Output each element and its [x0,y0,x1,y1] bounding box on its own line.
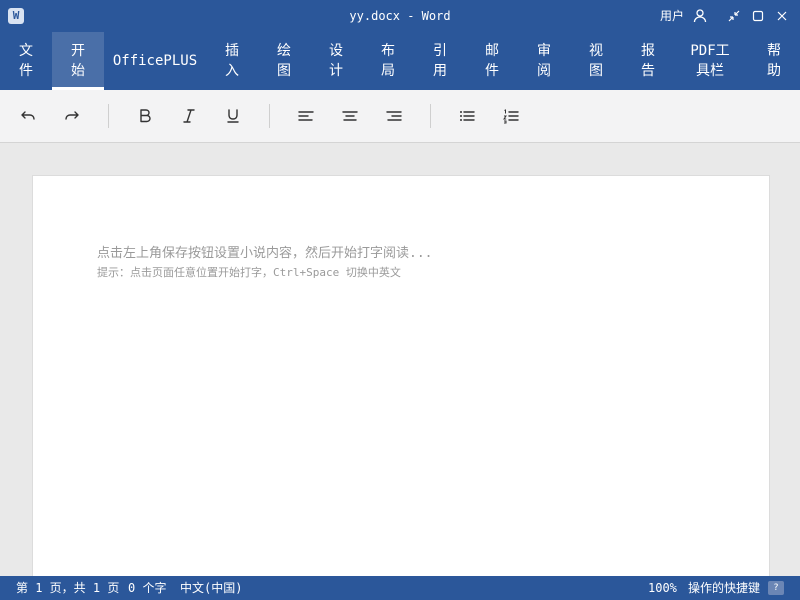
tab-pdf-toolbar[interactable]: PDF工 具栏 [674,32,746,90]
tab-design[interactable]: 设 计 [310,32,362,90]
help-badge[interactable]: ? [768,581,784,595]
maximize-icon[interactable] [750,8,766,24]
tab-insert[interactable]: 插 入 [206,32,258,90]
toolbar-separator [269,104,270,128]
zoom-level[interactable]: 100% [648,576,677,600]
toolbar-separator [108,104,109,128]
tab-draw[interactable]: 绘 图 [258,32,310,90]
bold-icon[interactable] [133,104,157,128]
tab-report[interactable]: 报 告 [622,32,674,90]
tab-help[interactable]: 帮 助 [748,32,800,90]
align-center-icon[interactable] [338,104,362,128]
title-bar: W yy.docx - Word 用户 [0,0,800,32]
page-count[interactable]: 第 1 页，共 1 页 [16,576,119,600]
tab-references[interactable]: 引 用 [414,32,466,90]
restore-down-icon[interactable] [726,8,742,24]
word-count[interactable]: 0 个字 [128,576,166,600]
numbered-list-icon[interactable] [499,104,523,128]
document-canvas: 点击左上角保存按钮设置小说内容，然后开始打字阅读... 提示：点击页面任意位置开… [0,143,800,597]
document-typing-tip: 提示：点击页面任意位置开始打字，Ctrl+Space 切换中英文 [97,266,401,279]
tab-layout[interactable]: 布 局 [362,32,414,90]
shortcuts-label[interactable]: 操作的快捷键 [688,576,760,600]
toolbar-separator [430,104,431,128]
tab-review[interactable]: 审 阅 [518,32,570,90]
user-icon[interactable] [692,8,708,24]
ribbon-tab-bar: 文 件 开 始 OfficePLUS 插 入 绘 图 设 计 布 局 引 用 邮… [0,32,800,90]
align-right-icon[interactable] [382,104,406,128]
document-placeholder-hint: 点击左上角保存按钮设置小说内容，然后开始打字阅读... [97,246,433,261]
language-indicator[interactable]: 中文(中国) [180,576,242,600]
bullet-list-icon[interactable] [455,104,479,128]
undo-icon[interactable] [16,104,40,128]
tab-home[interactable]: 开 始 [52,32,104,90]
close-icon[interactable] [774,8,790,24]
redo-icon[interactable] [60,104,84,128]
tab-officeplus[interactable]: OfficePLUS [104,32,206,90]
tab-mailings[interactable]: 邮 件 [466,32,518,90]
status-bar: 第 1 页，共 1 页 0 个字 中文(中国) 100% 操作的快捷键 ? [0,576,800,600]
underline-icon[interactable] [221,104,245,128]
document-page[interactable]: 点击左上角保存按钮设置小说内容，然后开始打字阅读... 提示：点击页面任意位置开… [32,175,770,597]
user-label[interactable]: 用户 [660,0,684,32]
formatting-toolbar [0,90,800,143]
italic-icon[interactable] [177,104,201,128]
tab-view[interactable]: 视 图 [570,32,622,90]
tab-file[interactable]: 文 件 [0,32,52,90]
align-left-icon[interactable] [294,104,318,128]
